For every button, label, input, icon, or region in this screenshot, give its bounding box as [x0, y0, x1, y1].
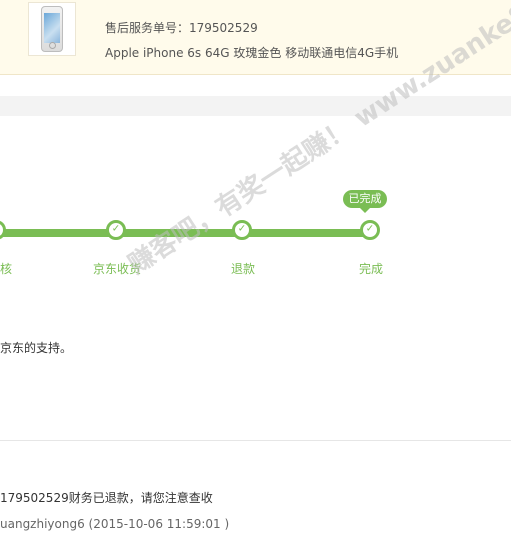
thanks-text: 京东的支持。: [0, 341, 73, 355]
step-dot-jd-received: ✓: [106, 220, 126, 240]
step-label-jd-received: 京东收货: [93, 262, 142, 276]
product-name[interactable]: Apple iPhone 6s 64G 玫瑰金色 移动联通电信4G手机: [105, 44, 398, 61]
progress-track: [0, 229, 370, 237]
step-label-refund: 退款: [231, 262, 256, 276]
check-icon: ✓: [237, 223, 247, 235]
divider: [0, 440, 511, 441]
step-dot-review: [0, 220, 6, 240]
step-label-review: 审核: [0, 262, 13, 276]
check-icon: ✓: [111, 223, 121, 235]
order-header: 售后服务单号：179502529 Apple iPhone 6s 64G 玫瑰金…: [0, 0, 511, 75]
step-dot-complete: ✓: [360, 220, 380, 240]
phone-image: [41, 6, 63, 52]
status-badge: 已完成: [343, 190, 387, 213]
step-dot-refund: ✓: [232, 220, 252, 240]
check-icon: ✓: [365, 223, 375, 235]
log-message: 179502529财务已退款，请您注意查收: [0, 491, 213, 505]
service-number: 售后服务单号：179502529: [105, 21, 258, 35]
product-thumbnail[interactable]: [28, 2, 76, 56]
step-label-complete: 完成: [359, 262, 384, 276]
log-author: uangzhiyong6 (2015-10-06 11:59:01 ): [0, 517, 230, 531]
section-band: [0, 96, 511, 116]
